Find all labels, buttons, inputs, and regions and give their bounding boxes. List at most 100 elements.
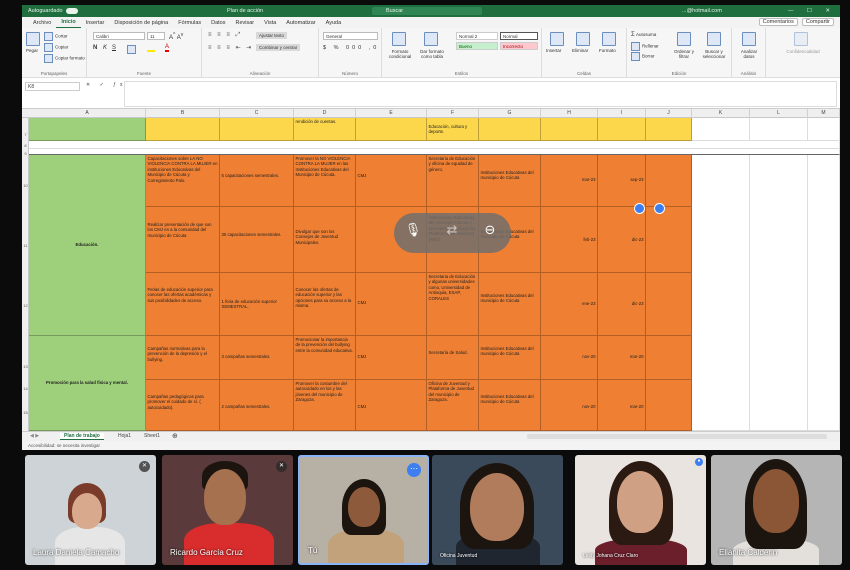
fill-color-icon[interactable] [147, 44, 155, 52]
cell[interactable]: Educación, cultura y deporte. [427, 118, 479, 141]
conditional-format-button[interactable]: Formato condicional [386, 49, 414, 59]
cell[interactable] [646, 207, 692, 273]
style-normal-2[interactable]: Normal 2 [456, 32, 498, 40]
cell-start[interactable]: feb-23 [541, 207, 598, 273]
cell-objective[interactable]: Promover la costumbre del autocuidado en… [294, 380, 356, 431]
cell[interactable] [646, 380, 692, 431]
row-header[interactable]: 11 [22, 243, 29, 248]
cell-allies[interactable]: Secretaria de Educación y oficina de equ… [427, 155, 479, 207]
cell[interactable]: rendición de cuentas. [294, 118, 356, 141]
col-header-c[interactable]: C [220, 109, 294, 118]
cell[interactable] [750, 155, 808, 431]
cell-goal[interactable]: 30 capacitaciones semestrales. [220, 207, 294, 273]
cell-responsible[interactable]: CMJ [356, 380, 427, 431]
cell-end[interactable]: dic-23 [598, 207, 646, 273]
delete-cells-icon[interactable] [576, 32, 590, 46]
present-icon[interactable]: ⇄ [442, 222, 462, 238]
cell-responsible[interactable]: CMJ [356, 273, 427, 336]
col-header-a[interactable]: A [29, 109, 146, 118]
tab-ayuda[interactable]: Ayuda [321, 20, 347, 28]
search-box[interactable]: Buscar [372, 7, 482, 15]
bold-button[interactable]: N [93, 45, 97, 51]
cell-activity[interactable]: Ferias de educación superior para conoce… [146, 273, 220, 336]
col-header-k[interactable]: K [692, 109, 750, 118]
sort-filter-button[interactable]: Ordenar y filtrar [671, 49, 697, 59]
cut-button[interactable]: Cortar [44, 32, 68, 41]
cell-allies[interactable]: Secretaria de Educación y algunas univer… [427, 273, 479, 336]
sheet-tab-plan[interactable]: Plan de trabajo [60, 433, 104, 440]
col-header-d[interactable]: D [294, 109, 356, 118]
cell-objective[interactable]: Conocer las ofertas de educación superio… [294, 273, 356, 336]
tab-archivo[interactable]: Archivo [28, 20, 56, 28]
row-header[interactable]: 10 [22, 183, 29, 188]
add-sheet-icon[interactable]: ⊕ [172, 432, 178, 440]
tab-disposicion[interactable]: Disposición de página [109, 20, 173, 28]
cell-activity[interactable]: Realizar presentación de que son los CMJ… [146, 207, 220, 273]
format-cells-button[interactable]: Formato [599, 48, 616, 53]
sensitivity-button[interactable]: Confidencialidad [770, 49, 836, 54]
row-header[interactable]: 14 [22, 386, 29, 391]
selection-handle[interactable] [634, 203, 645, 214]
participant-tile[interactable]: ✕ Laura Daniela Camacho [25, 455, 156, 565]
row-header[interactable]: 9 [22, 151, 29, 156]
formula-icons[interactable]: ✕ ✓ ƒx [86, 82, 126, 88]
row-header[interactable]: 7 [22, 132, 29, 137]
sort-filter-icon[interactable] [677, 32, 691, 46]
horizontal-scrollbar[interactable] [527, 434, 827, 439]
cell-goal[interactable]: 3 campañas semestrales. [220, 336, 294, 380]
cell-goal[interactable]: 2 campañas semestrales. [220, 380, 294, 431]
tab-datos[interactable]: Datos [206, 20, 230, 28]
font-name-select[interactable]: Calibri [93, 32, 145, 40]
col-header-g[interactable]: G [479, 109, 541, 118]
tab-inicio[interactable]: Inicio [56, 19, 81, 28]
window-controls[interactable]: — ☐ ✕ [788, 8, 836, 14]
find-select-button[interactable]: Buscar y seleccionar [699, 49, 729, 59]
participant-tile[interactable]: Oficina Juventud [432, 455, 563, 565]
row-header[interactable]: 15 [22, 410, 29, 415]
col-header-h[interactable]: H [541, 109, 598, 118]
row-header[interactable]: 13 [22, 364, 29, 369]
cell[interactable] [598, 118, 646, 141]
sheet-tab-hoja1[interactable]: Hoja1 [118, 433, 131, 439]
style-normal[interactable]: Normal [500, 32, 538, 40]
merge-center-button[interactable]: Combinar y centrar [256, 44, 301, 51]
cell[interactable] [692, 118, 750, 141]
file-name[interactable]: Plan de acción [227, 8, 263, 14]
cell-allies[interactable]: Secretaría de Salud. [427, 336, 479, 380]
table-format-icon[interactable] [424, 32, 438, 46]
copy-button[interactable]: Copiar [44, 43, 68, 52]
cell-objective[interactable]: Promover la NO VIOLENCIA CONTRA LA MUJER… [294, 155, 356, 207]
participant-tile[interactable]: Elianita Calderin [711, 455, 842, 565]
cell-population[interactable]: Instituciones Educativas del municipio d… [479, 380, 541, 431]
cell-goal[interactable]: 1 feria de educación superior SEMESTRAL. [220, 273, 294, 336]
cell[interactable] [646, 273, 692, 336]
cell[interactable] [541, 118, 598, 141]
cell-population[interactable]: Instituciones Educativas del municipio d… [479, 155, 541, 207]
cell-end[interactable]: mar-20 [598, 380, 646, 431]
cell-goal[interactable]: 5 capacitaciones semestrales. [220, 155, 294, 207]
wrap-text-button[interactable]: Ajustar texto [256, 32, 288, 39]
cell-allies[interactable]: Oficina de Juventud y Plataforma de Juve… [427, 380, 479, 431]
fill-button[interactable]: Rellenar [631, 42, 659, 51]
participant-tile[interactable]: ⋯ Tú [298, 455, 429, 565]
cell-population[interactable]: Instituciones Educativas del municipio d… [479, 273, 541, 336]
table-format-button[interactable]: Dar formato como tabla [417, 49, 447, 59]
sensitivity-icon[interactable] [794, 32, 808, 46]
group-label-health[interactable]: Promoción para la salud física y mental. [29, 336, 146, 431]
cell[interactable] [692, 155, 750, 431]
style-good[interactable]: Bueno [456, 42, 498, 50]
cell[interactable] [646, 336, 692, 380]
comments-button[interactable]: Comentarios [758, 18, 798, 26]
analyze-data-button[interactable]: Analizar datos [735, 49, 763, 59]
insert-cells-icon[interactable] [550, 32, 564, 46]
tab-vista[interactable]: Vista [259, 20, 281, 28]
cell[interactable] [220, 118, 294, 141]
col-header-i[interactable]: I [598, 109, 646, 118]
col-header-l[interactable]: L [750, 109, 808, 118]
col-header-f[interactable]: F [427, 109, 479, 118]
row-header[interactable]: 8 [22, 143, 29, 148]
tab-nav-arrows[interactable]: ◀ ▶ [30, 433, 39, 439]
font-color-icon[interactable]: A [165, 44, 170, 52]
cell-activity[interactable]: Campañas pedagógicas para promover el cu… [146, 380, 220, 431]
format-cells-icon[interactable] [602, 32, 616, 46]
